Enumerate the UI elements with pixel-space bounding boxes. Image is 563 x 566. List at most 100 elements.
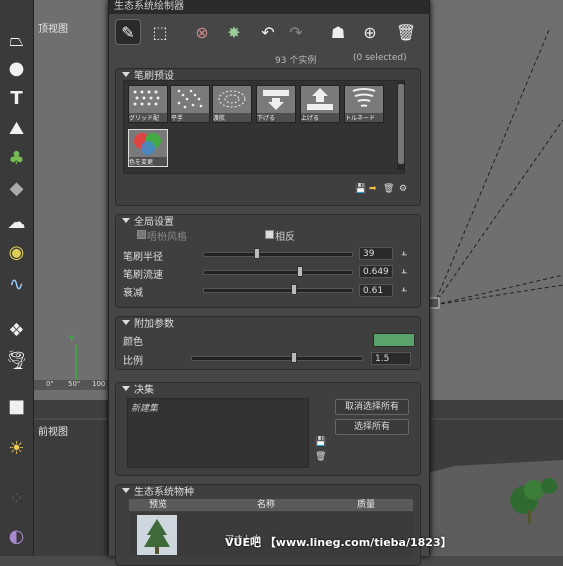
extra-params-header[interactable]: 附加参数 — [122, 316, 174, 330]
color-tool-icon[interactable]: ✸ — [221, 19, 247, 45]
preset-label: 渡航 — [213, 113, 251, 122]
pin-icon[interactable]: ⫠ — [401, 247, 407, 258]
ruler-mark-0: 0" — [46, 380, 54, 388]
column-name[interactable]: 名称 — [257, 499, 275, 511]
instance-count: 93 个实例 — [275, 56, 317, 66]
color-label: 颜色 — [123, 337, 143, 348]
tree-preview-thumbnail — [137, 515, 177, 555]
presets-scroll-thumb[interactable] — [398, 84, 404, 164]
pattern-style-checkbox[interactable] — [137, 230, 146, 239]
rock-icon[interactable]: ◆ — [4, 176, 29, 201]
brush-flow-slider[interactable] — [203, 270, 353, 275]
save-preset-icon[interactable]: 💾 — [355, 184, 366, 194]
brush-flow-input[interactable]: 0.649 — [359, 265, 393, 278]
ring-dots-icon — [218, 90, 246, 108]
save-collection-icon[interactable]: 💾 — [315, 437, 326, 447]
ecosystem-painter-panel: 生态系统绘制器 ✎ ⬚ ⊗ ✸ ↶ ↷ ☗ ⊕ 🗑 93 个实例 (0 sele… — [108, 0, 430, 566]
pin-icon[interactable]: ⫠ — [401, 283, 407, 294]
sun-icon[interactable]: ☀ — [4, 436, 29, 461]
preset-tornado[interactable]: トルネード — [344, 85, 384, 123]
panel-title: 生态系统绘制器 — [109, 0, 429, 14]
preset-settings-icon[interactable]: ⚙ — [399, 184, 407, 194]
redo-icon[interactable]: ↷ — [283, 19, 309, 45]
tornado-icon[interactable]: 🌪 — [4, 348, 29, 373]
preset-change-color[interactable]: 色を変更 — [128, 129, 168, 167]
erase-tool-icon[interactable]: ⊗ — [189, 19, 215, 45]
preset-raise[interactable]: 上げる — [300, 85, 340, 123]
column-preview[interactable]: 预览 — [149, 499, 167, 511]
curve-icon[interactable]: ∿ — [4, 272, 29, 297]
falloff-slider[interactable] — [203, 288, 353, 293]
mountain-icon[interactable]: ⛰ — [4, 116, 29, 141]
global-settings-header[interactable]: 全局设置 — [122, 214, 174, 228]
paint-brush-tool-icon[interactable]: ✎ — [115, 19, 141, 45]
brush-presets-header[interactable]: 笔刷预设 — [122, 68, 174, 82]
falloff-input[interactable]: 0.61 — [359, 284, 393, 297]
watermark: VUE吧 【www.lineg.com/tieba/1823】 — [225, 536, 452, 549]
collection-list[interactable]: 新建集 — [127, 398, 309, 468]
invert-checkbox[interactable] — [265, 230, 274, 239]
preset-label: 下げる — [257, 113, 295, 122]
undo-icon[interactable]: ↶ — [255, 19, 281, 45]
raise-arrow-icon — [307, 88, 333, 110]
planet-icon[interactable]: ◉ — [4, 240, 29, 265]
deselect-all-button[interactable]: 取消选择所有 — [335, 399, 409, 415]
preset-label: トルネード — [345, 113, 383, 122]
globe-tool-icon[interactable]: ⊕ — [357, 19, 383, 45]
species-table-header: 预览 名称 质量 — [129, 499, 413, 511]
delete-preset-icon[interactable]: 🗑 — [383, 184, 394, 194]
preset-grid[interactable]: グリッド配 — [128, 85, 168, 123]
rows-dots-icon — [177, 89, 203, 109]
select-all-button[interactable]: 选择所有 — [335, 419, 409, 435]
color-circles-icon — [134, 133, 161, 155]
tree-thumbnail-icon — [144, 519, 170, 554]
preset-ripple[interactable]: 渡航 — [212, 85, 252, 123]
collection-header[interactable]: 决集 — [122, 382, 154, 396]
column-mass[interactable]: 质量 — [357, 499, 375, 511]
cube-icon[interactable]: ■ — [4, 394, 29, 419]
extra-params-title: 附加参数 — [134, 318, 174, 330]
collapse-triangle-icon — [122, 71, 130, 77]
collection-list-item[interactable]: 新建集 — [131, 401, 158, 414]
preset-label: グリッド配 — [129, 113, 167, 122]
invert-label: 相反 — [275, 232, 295, 243]
tree-icon[interactable]: ♣ — [4, 146, 29, 171]
left-toolbar: ⏢ ● T ⛰ ♣ ◆ ☁ ◉ ∿ ❖ 🌪 ■ ☀ ⁘ ◐ — [0, 0, 34, 556]
scale-slider[interactable] — [191, 356, 363, 361]
species-header[interactable]: 生态系统物种 — [122, 484, 194, 498]
collapse-triangle-icon — [122, 487, 130, 493]
delete-collection-icon[interactable]: 🗑 — [315, 452, 326, 462]
collapse-triangle-icon — [122, 385, 130, 391]
color-swatch[interactable] — [373, 333, 415, 347]
brush-radius-input[interactable]: 39 — [359, 247, 393, 260]
preset-flat[interactable]: 平手 — [170, 85, 210, 123]
preset-lower[interactable]: 下げる — [256, 85, 296, 123]
scale-slider-knob[interactable] — [291, 352, 297, 363]
select-tool-icon[interactable]: ⬚ — [147, 19, 173, 45]
text-tool-icon[interactable]: T — [4, 86, 29, 111]
species-title: 生态系统物种 — [134, 486, 194, 498]
cloud-icon[interactable]: ☁ — [4, 210, 29, 235]
ghost-icon[interactable]: ☗ — [325, 19, 351, 45]
scale-input[interactable]: 1.5 — [371, 352, 411, 365]
brush-radius-slider-knob[interactable] — [254, 248, 261, 259]
rocks-group-icon[interactable]: ❖ — [4, 318, 29, 343]
preset-label: 平手 — [171, 113, 209, 122]
brush-flow-slider-knob[interactable] — [297, 266, 304, 277]
material-sphere-icon[interactable]: ◐ — [4, 524, 29, 549]
pin-icon[interactable]: ⫠ — [401, 265, 407, 276]
terrain-plane-icon[interactable]: ⏢ — [4, 28, 29, 53]
delete-instances-icon[interactable]: 🗑 — [393, 19, 419, 45]
ruler-mark-2: 100 — [92, 380, 106, 388]
scale-label: 比例 — [123, 356, 143, 367]
ruler-mark-1: 50" — [68, 380, 81, 388]
load-preset-icon[interactable]: ➡ — [369, 184, 377, 194]
falloff-slider-knob[interactable] — [291, 284, 298, 295]
dots-icon[interactable]: ⁘ — [4, 486, 29, 511]
brush-presets-list: グリッド配 平手 渡航 下げる 上げる トルネード 色を変更 — [123, 80, 405, 174]
painter-toolbar: ✎ ⬚ ⊗ ✸ ↶ ↷ ☗ ⊕ 🗑 — [109, 14, 429, 50]
tornado-swirl-icon — [352, 88, 376, 107]
sphere-icon[interactable]: ● — [4, 56, 29, 81]
grid-dots-icon — [133, 90, 160, 106]
brush-radius-slider[interactable] — [203, 252, 353, 257]
